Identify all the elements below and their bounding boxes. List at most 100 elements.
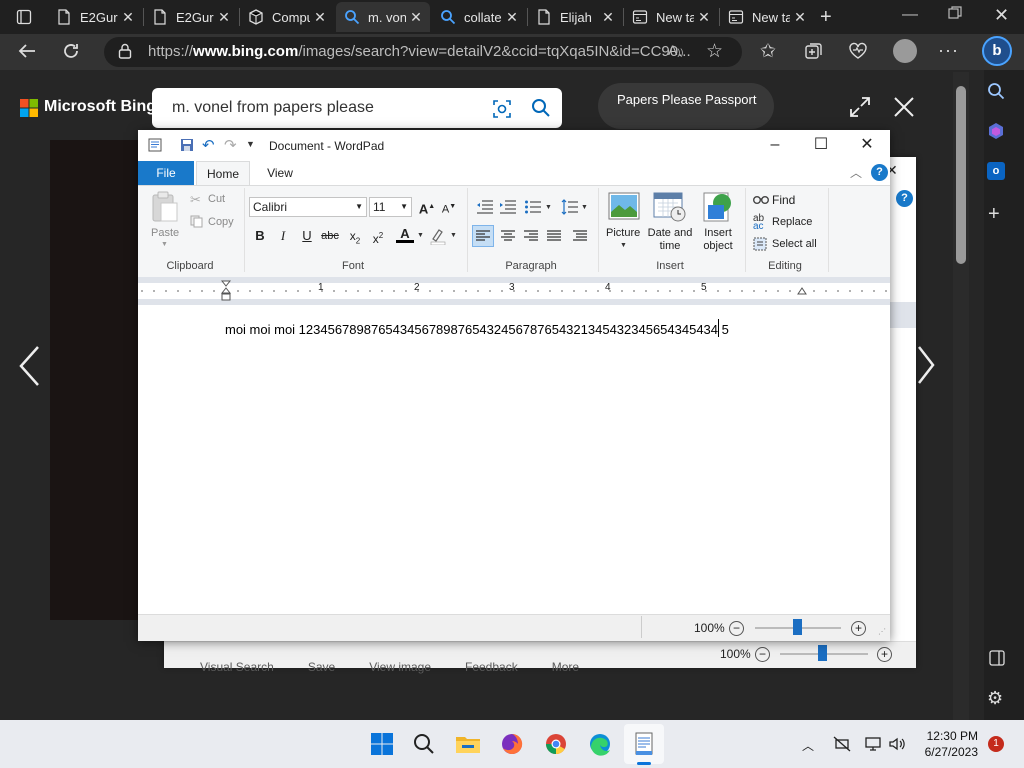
favorite-star-icon[interactable]: ☆ xyxy=(706,40,723,63)
subscript-button[interactable]: x2 xyxy=(346,227,364,245)
volume-icon[interactable] xyxy=(888,736,906,752)
start-button-icon[interactable] xyxy=(366,728,398,760)
line-spacing-icon[interactable] xyxy=(561,199,579,215)
cut-icon[interactable]: ✂ xyxy=(190,192,201,208)
picture-icon[interactable] xyxy=(608,192,640,220)
image-preview[interactable] xyxy=(50,140,140,620)
zoom-out-icon[interactable]: − xyxy=(729,621,744,636)
underline-button[interactable]: U xyxy=(298,227,316,245)
browser-tab[interactable]: collate ✕ xyxy=(432,2,526,32)
bing-copilot-icon[interactable]: b xyxy=(982,36,1012,66)
close-viewer-icon[interactable] xyxy=(893,96,915,118)
date-time-icon[interactable] xyxy=(653,191,687,223)
back-arrow-icon[interactable] xyxy=(17,41,37,61)
tab-view[interactable]: View xyxy=(262,161,298,185)
justify-icon[interactable] xyxy=(544,226,564,246)
replace-icon[interactable]: ab ac xyxy=(753,214,764,232)
insert-object-icon[interactable] xyxy=(702,191,734,223)
highlight-dropdown-icon[interactable]: ▼ xyxy=(450,232,457,239)
bullet-list-icon[interactable] xyxy=(524,199,542,215)
document-text[interactable]: moi moi moi 1234567898765434567898765432… xyxy=(225,322,729,337)
resize-grip-icon[interactable]: ⋰ xyxy=(878,627,886,636)
align-right-icon[interactable] xyxy=(521,226,541,246)
paste-dropdown-icon[interactable]: ▼ xyxy=(161,241,168,248)
background-zoom-slider-thumb[interactable] xyxy=(818,645,827,661)
tab-close-icon[interactable]: ✕ xyxy=(696,9,712,25)
strikethrough-button[interactable]: abc xyxy=(321,227,339,245)
italic-button[interactable]: I xyxy=(274,227,292,245)
zoom-slider-thumb[interactable] xyxy=(793,619,802,635)
tab-actions-icon[interactable] xyxy=(16,9,32,25)
tab-close-icon[interactable]: ✕ xyxy=(792,9,808,25)
collections-icon[interactable] xyxy=(805,42,823,60)
font-size-select[interactable]: 11 ▼ xyxy=(369,197,412,217)
align-left-button[interactable] xyxy=(472,225,494,247)
restore-browser-button[interactable] xyxy=(948,6,962,20)
browser-tab[interactable]: New tab✕ xyxy=(624,2,718,32)
bing-logo-text[interactable]: Microsoft Bing xyxy=(44,98,156,116)
right-indent-marker[interactable] xyxy=(797,287,807,297)
sidebar-search-icon[interactable] xyxy=(987,82,1005,100)
zoom-in-icon[interactable]: + xyxy=(851,621,866,636)
bullet-dropdown-icon[interactable]: ▼ xyxy=(545,204,552,211)
browser-tab[interactable]: m. vonel✕ xyxy=(336,2,430,32)
background-zoom-out-icon[interactable]: − xyxy=(755,647,770,662)
browser-tab[interactable]: E2Guru✕ xyxy=(48,2,142,32)
shrink-font-button[interactable]: A▼ xyxy=(440,198,458,216)
profile-avatar[interactable] xyxy=(893,39,917,63)
tab-close-icon[interactable]: ✕ xyxy=(408,9,424,25)
ribbon-collapse-icon[interactable]: ︿ xyxy=(850,164,862,181)
paragraph-settings-icon[interactable] xyxy=(570,226,590,246)
tab-close-icon[interactable]: ✕ xyxy=(312,9,328,25)
image-action-link[interactable]: Visual Search xyxy=(200,660,274,674)
date-time-button[interactable]: Date and time xyxy=(647,227,693,253)
sidebar-settings-icon[interactable]: ⚙ xyxy=(987,688,1003,709)
tab-close-icon[interactable]: ✕ xyxy=(216,9,232,25)
page-scrollbar-thumb[interactable] xyxy=(956,86,966,264)
find-button[interactable]: Find xyxy=(772,193,795,207)
wordpad-maximize-button[interactable]: ☐ xyxy=(798,130,844,160)
favorites-icon[interactable]: ✩ xyxy=(760,40,776,63)
refresh-icon[interactable] xyxy=(61,41,81,61)
display-icon[interactable] xyxy=(865,736,881,752)
tab-close-icon[interactable]: ✕ xyxy=(504,9,520,25)
more-options-icon[interactable]: ··· xyxy=(938,40,959,61)
file-explorer-icon[interactable] xyxy=(452,728,484,760)
left-indent-marker[interactable] xyxy=(221,280,231,302)
taskbar-search-icon[interactable] xyxy=(408,728,440,760)
lock-icon[interactable] xyxy=(118,43,132,59)
superscript-button[interactable]: x2 xyxy=(369,227,387,246)
image-action-link[interactable]: Save xyxy=(308,660,335,674)
qat-save-icon[interactable] xyxy=(180,138,194,152)
browser-essentials-icon[interactable] xyxy=(848,42,868,60)
picture-dropdown-icon[interactable]: ▼ xyxy=(620,242,627,249)
select-all-button[interactable]: Select all xyxy=(772,238,817,250)
grow-font-button[interactable]: A▲ xyxy=(418,198,436,216)
find-icon[interactable] xyxy=(753,192,769,206)
wordpad-taskbar-icon[interactable] xyxy=(628,728,660,760)
browser-tab[interactable]: E2Guru✕ xyxy=(144,2,238,32)
image-action-link[interactable]: View image xyxy=(369,660,431,674)
qat-redo-icon[interactable]: ↷ xyxy=(224,136,237,154)
tab-close-icon[interactable]: ✕ xyxy=(600,9,616,25)
qat-undo-icon[interactable]: ↶ xyxy=(202,136,215,154)
browser-tab[interactable]: Computer✕ xyxy=(240,2,334,32)
font-color-dropdown-icon[interactable]: ▼ xyxy=(417,232,424,239)
minimize-browser-button[interactable]: — xyxy=(902,6,918,24)
edge-icon[interactable] xyxy=(584,728,616,760)
firefox-icon[interactable] xyxy=(496,728,528,760)
microsoft-logo-icon[interactable] xyxy=(20,99,38,117)
replace-button[interactable]: Replace xyxy=(772,216,812,228)
tab-close-icon[interactable]: ✕ xyxy=(120,9,136,25)
previous-image-icon[interactable] xyxy=(18,345,42,387)
search-icon[interactable] xyxy=(531,98,551,118)
background-zoom-in-icon[interactable]: + xyxy=(877,647,892,662)
background-window-help-icon[interactable]: ? xyxy=(896,190,913,207)
picture-button[interactable]: Picture xyxy=(606,227,640,239)
read-aloud-icon[interactable]: A)) xyxy=(668,42,683,58)
new-tab-button[interactable]: + xyxy=(820,6,832,29)
image-action-link[interactable]: More xyxy=(552,660,579,674)
wordpad-close-button[interactable]: ✕ xyxy=(844,130,890,160)
next-image-icon[interactable] xyxy=(916,345,936,385)
browser-tab[interactable]: New tab✕ xyxy=(720,2,814,32)
